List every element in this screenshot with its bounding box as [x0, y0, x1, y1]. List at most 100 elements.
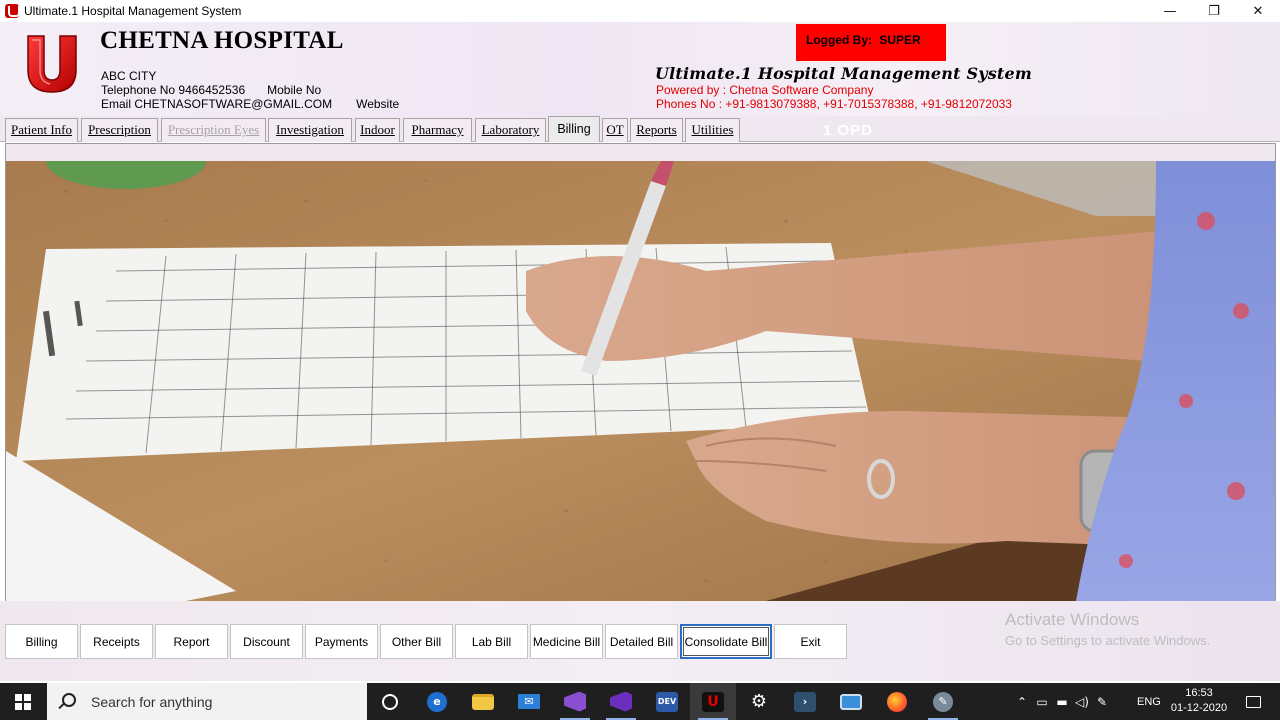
button-label: Discount	[243, 634, 290, 649]
tab-label: Prescription	[88, 122, 151, 137]
other-bill-button[interactable]: Other Bill	[380, 624, 453, 659]
window-title-bar: Ultimate.1 Hospital Management System — …	[0, 0, 1280, 22]
windows-taskbar: Search for anything e ✉ DEV U ⚙ › ✎ ⌃ ▭ …	[0, 683, 1280, 720]
chevron-up-icon[interactable]: ⌃	[1012, 683, 1032, 720]
watermark-title: Activate Windows	[1005, 610, 1140, 629]
report-button[interactable]: Report	[155, 624, 228, 659]
tab-reports[interactable]: Reports	[630, 118, 683, 142]
discount-button[interactable]: Discount	[230, 624, 303, 659]
hospital-app-icon[interactable]: U	[690, 683, 736, 720]
mail-icon[interactable]: ✉	[506, 683, 552, 720]
email-text: Email CHETNASOFTWARE@GMAIL.COM	[101, 97, 333, 111]
powershell-icon[interactable]: ›	[782, 683, 828, 720]
search-placeholder: Search for anything	[91, 693, 213, 710]
button-label: Detailed Bill	[609, 634, 674, 649]
receipts-button[interactable]: Receipts	[80, 624, 153, 659]
language-indicator[interactable]: ENG	[1137, 683, 1161, 720]
logged-by-badge: Logged By: SUPER	[796, 24, 946, 61]
hospital-telephone: Telephone No 9466452536 Mobile No	[101, 83, 321, 97]
hospital-name: CHETNA HOSPITAL	[100, 27, 344, 54]
tab-patient-info[interactable]: Patient Info	[5, 118, 78, 142]
tab-investigation[interactable]: Investigation	[268, 118, 352, 142]
remote-desktop-icon[interactable]	[828, 683, 874, 720]
clock-time: 16:53	[1185, 687, 1213, 699]
hospital-email: Email CHETNASOFTWARE@GMAIL.COM Website	[101, 97, 399, 111]
website-text: Website	[356, 97, 400, 111]
system-tray: ⌃ ▭ ▬ ◁) ✎	[1012, 683, 1112, 720]
tab-prescription[interactable]: Prescription	[81, 118, 158, 142]
billing-button[interactable]: Billing	[5, 624, 78, 659]
tab-label: Indoor	[360, 122, 395, 137]
window-controls: — ❐ ✕	[1148, 0, 1280, 22]
visual-studio-2-icon[interactable]	[598, 683, 644, 720]
task-view-icon[interactable]	[367, 683, 413, 720]
button-label: Consolidate Bill	[684, 634, 768, 649]
file-explorer-icon[interactable]	[460, 683, 506, 720]
tab-utilities[interactable]: Utilities	[685, 118, 740, 142]
activate-windows-watermark: Activate Windows Go to Settings to activ…	[1005, 610, 1210, 648]
window-title: Ultimate.1 Hospital Management System	[24, 4, 242, 18]
tab-label: Patient Info	[10, 122, 72, 137]
button-label: Receipts	[93, 634, 140, 649]
taskbar-search-box[interactable]: Search for anything	[47, 683, 367, 720]
button-label: Other Bill	[391, 634, 442, 649]
button-label: Lab Bill	[471, 634, 512, 649]
button-label: Exit	[800, 634, 821, 649]
tab-label: Pharmacy	[411, 122, 464, 137]
taskbar-clock[interactable]: 16:53 01-12-2020	[1166, 686, 1232, 716]
close-button[interactable]: ✕	[1236, 0, 1280, 22]
hospital-logo	[27, 35, 77, 93]
powered-by: Powered by : Chetna Software Company	[656, 83, 874, 97]
settings-icon[interactable]: ⚙	[736, 683, 782, 720]
tab-laboratory[interactable]: Laboratory	[475, 118, 546, 142]
tab-label: Billing	[557, 122, 591, 136]
windows-logo-icon	[15, 693, 31, 710]
firefox-icon[interactable]	[874, 683, 920, 720]
volume-icon[interactable]: ◁)	[1072, 683, 1092, 720]
app-icon	[5, 4, 20, 18]
opd-counter: 1 OPD	[823, 122, 874, 139]
main-menu-tabs: Patient Info Prescription Prescription E…	[0, 116, 1280, 142]
hospital-city: ABC CITY	[101, 69, 157, 83]
logged-by-user: SUPER	[879, 33, 921, 47]
mobile-text: Mobile No	[267, 83, 322, 97]
minimize-button[interactable]: —	[1148, 0, 1192, 22]
notification-center-icon[interactable]	[1238, 683, 1268, 720]
consolidate-bill-button[interactable]: Consolidate Bill	[680, 624, 772, 659]
tab-label: Utilities	[691, 122, 734, 137]
tab-billing[interactable]: Billing	[548, 116, 600, 142]
lab-bill-button[interactable]: Lab Bill	[455, 624, 528, 659]
network-icon[interactable]: ▭	[1032, 683, 1052, 720]
button-label: Medicine Bill	[532, 634, 601, 649]
devexpress-icon[interactable]: DEV	[644, 683, 690, 720]
tab-ot[interactable]: OT	[602, 118, 628, 142]
tab-pharmacy[interactable]: Pharmacy	[403, 118, 472, 142]
battery-icon[interactable]: ▬	[1052, 683, 1072, 720]
pen-icon[interactable]: ✎	[1092, 683, 1112, 720]
visual-studio-icon[interactable]	[552, 683, 598, 720]
content-panel	[5, 143, 1276, 601]
tools-icon[interactable]: ✎	[920, 683, 966, 720]
billing-photo-illustration	[6, 161, 1275, 601]
payments-button[interactable]: Payments	[305, 624, 378, 659]
restore-button[interactable]: ❐	[1192, 0, 1236, 22]
tab-indoor[interactable]: Indoor	[355, 118, 400, 142]
start-button[interactable]	[0, 683, 46, 720]
button-label: Billing	[25, 634, 58, 649]
tab-prescription-eyes[interactable]: Prescription Eyes	[161, 118, 266, 142]
hospital-header: CHETNA HOSPITAL ABC CITY Telephone No 94…	[0, 22, 1280, 116]
tab-label: Prescription Eyes	[167, 122, 260, 137]
watermark-subtitle: Go to Settings to activate Windows.	[1005, 633, 1211, 648]
button-label: Payments	[314, 634, 369, 649]
tab-label: OT	[606, 122, 624, 137]
background-photo	[6, 161, 1275, 601]
detailed-bill-button[interactable]: Detailed Bill	[605, 624, 678, 659]
telephone-text: Telephone No 9466452536	[101, 83, 246, 97]
tab-label: Laboratory	[481, 122, 540, 137]
search-icon	[57, 692, 76, 711]
clock-date: 01-12-2020	[1170, 702, 1228, 714]
tab-label: Investigation	[276, 122, 344, 137]
exit-button[interactable]: Exit	[774, 624, 847, 659]
edge-icon[interactable]: e	[414, 683, 460, 720]
medicine-bill-button[interactable]: Medicine Bill	[530, 624, 603, 659]
